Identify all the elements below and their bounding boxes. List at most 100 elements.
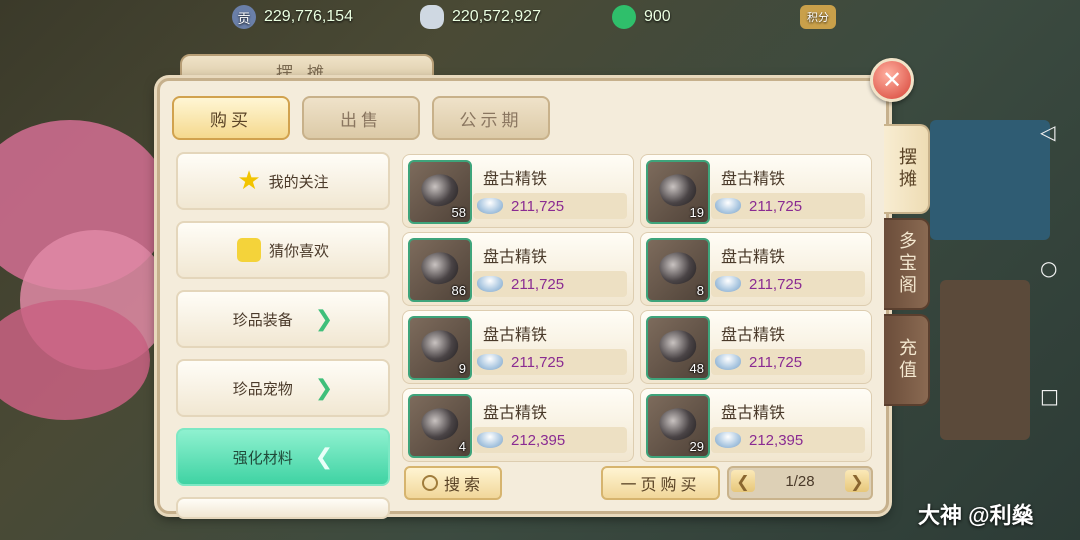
- nav-recents-icon[interactable]: □: [1040, 384, 1059, 408]
- item-name: 盘古精铁: [721, 403, 786, 422]
- item-price-bar: 211,725: [711, 271, 865, 297]
- item-card[interactable]: 29 盘古精铁 212,395: [640, 388, 872, 462]
- tab-public[interactable]: 公示期: [432, 96, 550, 140]
- item-icon: 19: [646, 160, 710, 224]
- search-button[interactable]: 搜索: [404, 466, 502, 500]
- category-label: 强化材料: [232, 448, 293, 467]
- close-button[interactable]: ✕: [870, 58, 914, 102]
- building-roof: [930, 120, 1050, 240]
- item-price: 211,725: [511, 197, 565, 215]
- contribution-resource: 贡 229,776,154: [232, 4, 353, 30]
- category-guess-you-like[interactable]: 猜你喜欢: [176, 221, 390, 279]
- item-price: 212,395: [749, 431, 804, 449]
- item-quantity: 4: [458, 439, 466, 454]
- points-badge-icon[interactable]: 积分: [800, 5, 836, 29]
- jade-resource: 900: [612, 4, 671, 30]
- silver-ingot-icon: [477, 276, 503, 292]
- iron-ore-icon: [417, 402, 463, 446]
- item-quantity: 9: [458, 361, 466, 376]
- star-icon: ★: [237, 166, 261, 196]
- item-icon: 48: [646, 316, 710, 380]
- item-price-bar: 211,725: [473, 271, 627, 297]
- side-tab-recharge[interactable]: 充值: [884, 314, 930, 406]
- thumbs-up-icon: [236, 238, 261, 262]
- resource-bar: 贡 229,776,154 220,572,927 900 积分: [0, 0, 1080, 34]
- nav-back-icon[interactable]: ◁: [1040, 120, 1055, 144]
- points-resource[interactable]: 积分: [800, 4, 836, 30]
- category-enhance-materials[interactable]: 强化材料 ❮: [176, 428, 390, 486]
- category-my-follow[interactable]: ★ 我的关注: [176, 152, 390, 210]
- next-page-button[interactable]: ❯: [845, 470, 869, 492]
- item-name: 盘古精铁: [483, 169, 548, 188]
- item-name: 盘古精铁: [721, 325, 786, 344]
- search-icon: [421, 475, 438, 491]
- category-label: 我的关注: [268, 172, 329, 191]
- jade-coin-icon: [612, 5, 636, 29]
- silver-ingot-icon: [477, 198, 503, 214]
- silver-ingot-icon: [715, 354, 741, 370]
- watermark: 大神 @利燊: [918, 503, 1034, 528]
- close-icon: ✕: [881, 66, 903, 94]
- category-label: 猜你喜欢: [268, 241, 329, 260]
- item-price: 211,725: [749, 197, 803, 215]
- category-next-partial[interactable]: [176, 497, 390, 519]
- item-icon: 58: [408, 160, 472, 224]
- category-list: ★ 我的关注 猜你喜欢 珍品装备 ❯ 珍品宠物 ❯ 强化材料 ❮: [176, 152, 390, 530]
- item-card[interactable]: 9 盘古精铁 211,725: [402, 310, 634, 384]
- item-price: 211,725: [749, 275, 803, 293]
- item-icon: 86: [408, 238, 472, 302]
- side-tab-stall[interactable]: 摆摊: [884, 124, 930, 214]
- item-price: 211,725: [511, 275, 565, 293]
- category-label: 珍品装备: [232, 310, 293, 329]
- item-card[interactable]: 4 盘古精铁 212,395: [402, 388, 634, 462]
- item-quantity: 86: [451, 283, 466, 298]
- item-price-bar: 211,725: [473, 193, 627, 219]
- item-price: 211,725: [511, 353, 565, 371]
- item-price-bar: 212,395: [711, 427, 865, 453]
- item-price-bar: 212,395: [473, 427, 627, 453]
- jade-value: 900: [644, 8, 671, 25]
- silver-ingot-icon: [715, 276, 741, 292]
- item-price-bar: 211,725: [711, 349, 865, 375]
- contribution-coin-icon: 贡: [232, 5, 256, 29]
- chevron-left-icon: ❮: [314, 444, 334, 470]
- item-name: 盘古精铁: [721, 169, 786, 188]
- silver-resource: 220,572,927: [420, 4, 541, 30]
- item-card[interactable]: 86 盘古精铁 211,725: [402, 232, 634, 306]
- item-name: 盘古精铁: [483, 325, 548, 344]
- item-name: 盘古精铁: [721, 247, 786, 266]
- silver-ingot-icon: [477, 432, 503, 448]
- item-name: 盘古精铁: [483, 247, 548, 266]
- item-quantity: 48: [689, 361, 704, 376]
- category-rare-pets[interactable]: 珍品宠物 ❯: [176, 359, 390, 417]
- pager: ❮ 1/28 ❯: [727, 466, 873, 500]
- item-price: 212,395: [511, 431, 566, 449]
- silver-ingot-icon: [420, 5, 444, 29]
- top-tabs: 购买 出售 公示期: [172, 96, 550, 140]
- tab-sell[interactable]: 出售: [302, 96, 420, 140]
- item-card[interactable]: 48 盘古精铁 211,725: [640, 310, 872, 384]
- tab-buy[interactable]: 购买: [172, 96, 290, 140]
- chevron-right-icon: ❯: [314, 306, 334, 332]
- building-wall: [940, 280, 1030, 440]
- category-label: 珍品宠物: [232, 379, 293, 398]
- silver-value: 220,572,927: [452, 8, 541, 25]
- silver-ingot-icon: [715, 198, 741, 214]
- side-tab-treasure-pavilion[interactable]: 多宝阁: [884, 218, 930, 310]
- item-card[interactable]: 19 盘古精铁 211,725: [640, 154, 872, 228]
- nav-home-icon[interactable]: ○: [1040, 256, 1057, 280]
- buy-page-button[interactable]: 一页购买: [601, 466, 720, 500]
- item-card[interactable]: 58 盘古精铁 211,725: [402, 154, 634, 228]
- category-rare-equipment[interactable]: 珍品装备 ❯: [176, 290, 390, 348]
- item-icon: 29: [646, 394, 710, 458]
- search-label: 搜索: [443, 475, 484, 494]
- item-card[interactable]: 8 盘古精铁 211,725: [640, 232, 872, 306]
- item-icon: 4: [408, 394, 472, 458]
- item-price: 211,725: [749, 353, 803, 371]
- item-price-bar: 211,725: [473, 349, 627, 375]
- item-quantity: 19: [689, 205, 704, 220]
- item-name: 盘古精铁: [483, 403, 548, 422]
- item-price-bar: 211,725: [711, 193, 865, 219]
- chevron-right-icon: ❯: [314, 375, 334, 401]
- silver-ingot-icon: [715, 432, 741, 448]
